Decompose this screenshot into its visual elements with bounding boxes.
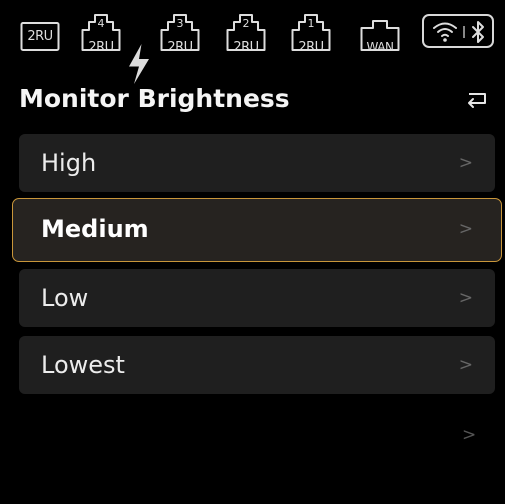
back-arrow-icon[interactable] — [462, 85, 492, 113]
ethernet-port-icon: 3 2RU — [160, 12, 200, 55]
port-label: 2RU — [167, 40, 193, 55]
ethernet-port-icon: 2 2RU — [226, 12, 266, 55]
port-number: 1 — [307, 17, 315, 30]
chevron-right-icon: > — [458, 288, 473, 308]
menu-item-label: Low — [41, 284, 89, 312]
ethernet-port-icon: 4 2RU — [81, 12, 149, 84]
port-number: 4 — [97, 17, 105, 30]
port-number: 3 — [176, 17, 184, 30]
bluetooth-icon — [472, 21, 484, 43]
port-number: 2 — [242, 17, 250, 30]
menu-item-label: Medium — [41, 215, 149, 243]
status-bar: 2RU 4 2RU 3 2RU 2 2RU 1 2RU WAN — [0, 0, 505, 84]
page-title: Monitor Brightness — [19, 84, 290, 113]
chevron-right-icon: > — [458, 355, 473, 375]
wan-port-icon: WAN — [360, 12, 400, 54]
wireless-status — [422, 14, 494, 48]
menu-item-medium[interactable]: Medium > — [12, 198, 502, 262]
menu-item-lowest[interactable]: Lowest > — [19, 336, 495, 394]
separator — [463, 26, 465, 38]
menu-item-label: Lowest — [41, 351, 125, 379]
port-label: WAN — [366, 40, 394, 54]
power-bolt-icon — [129, 44, 149, 84]
chevron-right-icon: > — [462, 425, 477, 445]
ethernet-port-icon: 1 2RU — [291, 12, 331, 55]
menu-item-label: High — [41, 149, 97, 177]
menu-item-high[interactable]: High > — [19, 134, 495, 192]
wifi-icon — [433, 22, 457, 42]
port-label: 2RU — [233, 40, 259, 55]
port-label: 2RU — [27, 29, 53, 44]
menu-item-low[interactable]: Low > — [19, 269, 495, 327]
port-label: 2RU — [298, 40, 324, 55]
ethernet-port-icon: 2RU — [20, 12, 60, 52]
chevron-right-icon: > — [458, 219, 473, 239]
port-label: 2RU — [88, 40, 114, 55]
chevron-right-icon: > — [458, 153, 473, 173]
